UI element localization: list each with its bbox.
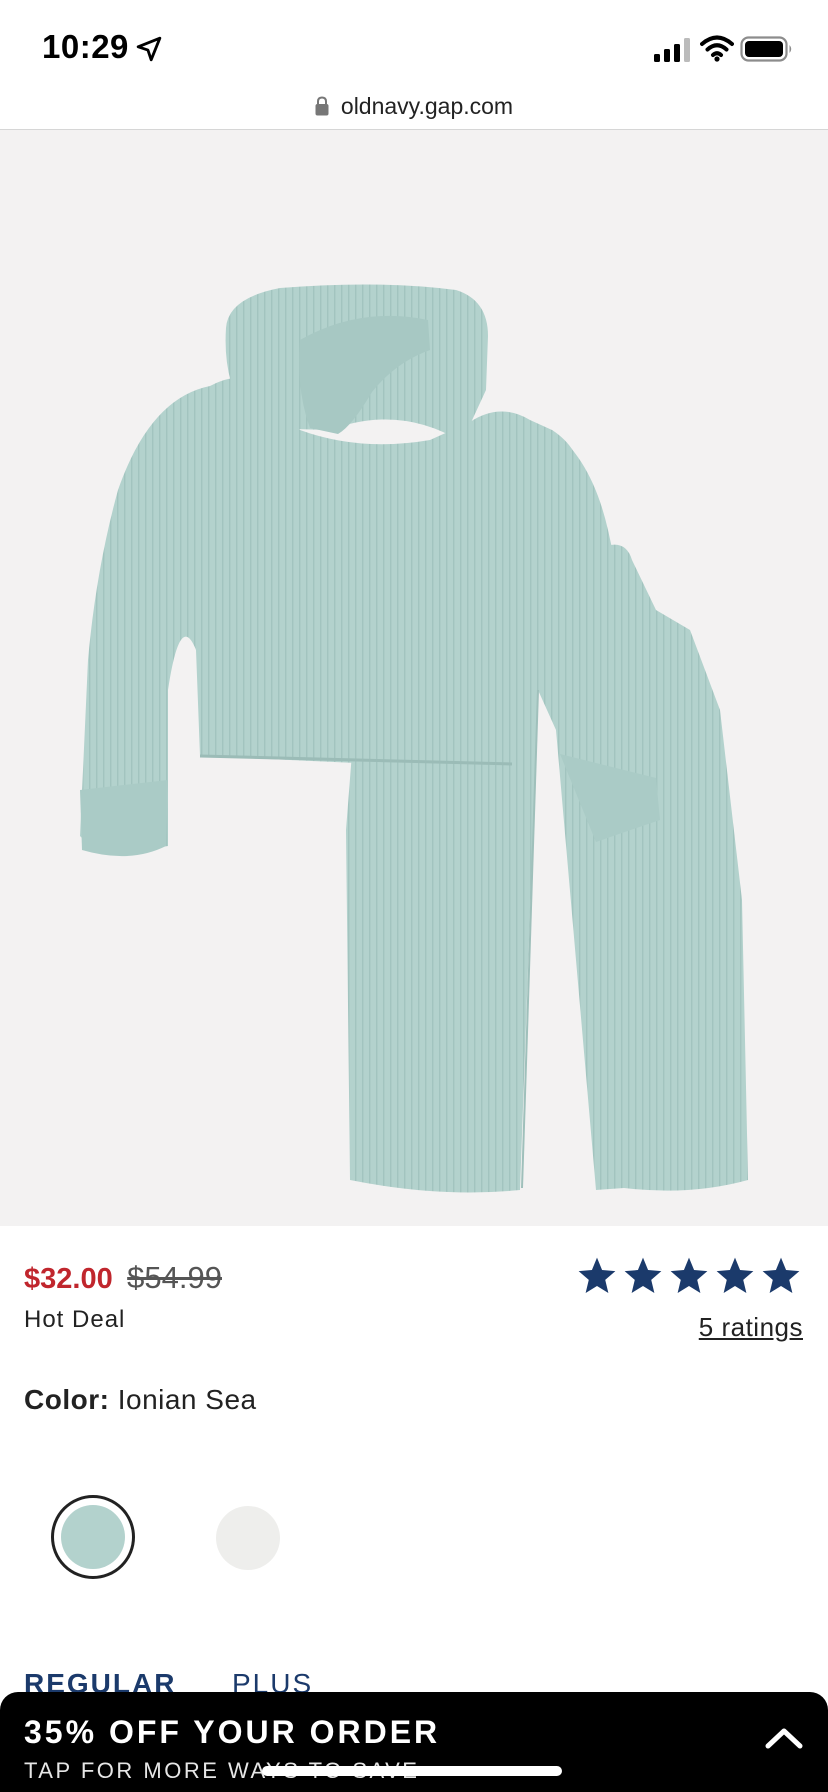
- swatch-fill: [61, 1505, 125, 1569]
- color-value: Ionian Sea: [117, 1384, 257, 1415]
- star-icon: [716, 1257, 754, 1293]
- color-line: Color: Ionian Sea: [24, 1384, 257, 1416]
- sale-price: $32.00: [24, 1263, 113, 1295]
- chevron-up-icon[interactable]: [764, 1726, 804, 1750]
- deal-label: Hot Deal: [24, 1306, 126, 1333]
- home-indicator[interactable]: [262, 1766, 562, 1776]
- color-label: Color:: [24, 1384, 110, 1415]
- star-icon: [670, 1257, 708, 1293]
- location-arrow-icon: [136, 36, 162, 62]
- address-bar[interactable]: oldnavy.gap.com: [0, 82, 828, 130]
- product-image[interactable]: [0, 130, 828, 1226]
- color-swatch-ionian-sea[interactable]: [51, 1495, 135, 1579]
- cellular-signal-icon: [654, 38, 690, 62]
- wifi-icon: [700, 35, 734, 62]
- star-icon: [578, 1257, 616, 1293]
- color-swatch-alternate[interactable]: [216, 1506, 280, 1570]
- original-price: $54.99: [127, 1260, 222, 1295]
- star-icon: [762, 1257, 800, 1293]
- ratings-link[interactable]: 5 ratings: [699, 1312, 803, 1343]
- url-text: oldnavy.gap.com: [340, 92, 514, 119]
- rating-stars[interactable]: [576, 1255, 802, 1297]
- promo-banner[interactable]: 35% OFF YOUR ORDER TAP FOR MORE WAYS TO …: [0, 1692, 828, 1792]
- promo-title: 35% OFF YOUR ORDER: [24, 1714, 441, 1750]
- price-row: $32.00 $54.99: [24, 1260, 222, 1296]
- status-time: 10:29: [42, 28, 129, 65]
- status-bar: 10:29: [0, 0, 828, 90]
- product-image-illustration: [80, 284, 748, 1193]
- star-icon: [624, 1257, 662, 1293]
- lock-icon: [315, 96, 329, 116]
- battery-icon: [740, 36, 792, 62]
